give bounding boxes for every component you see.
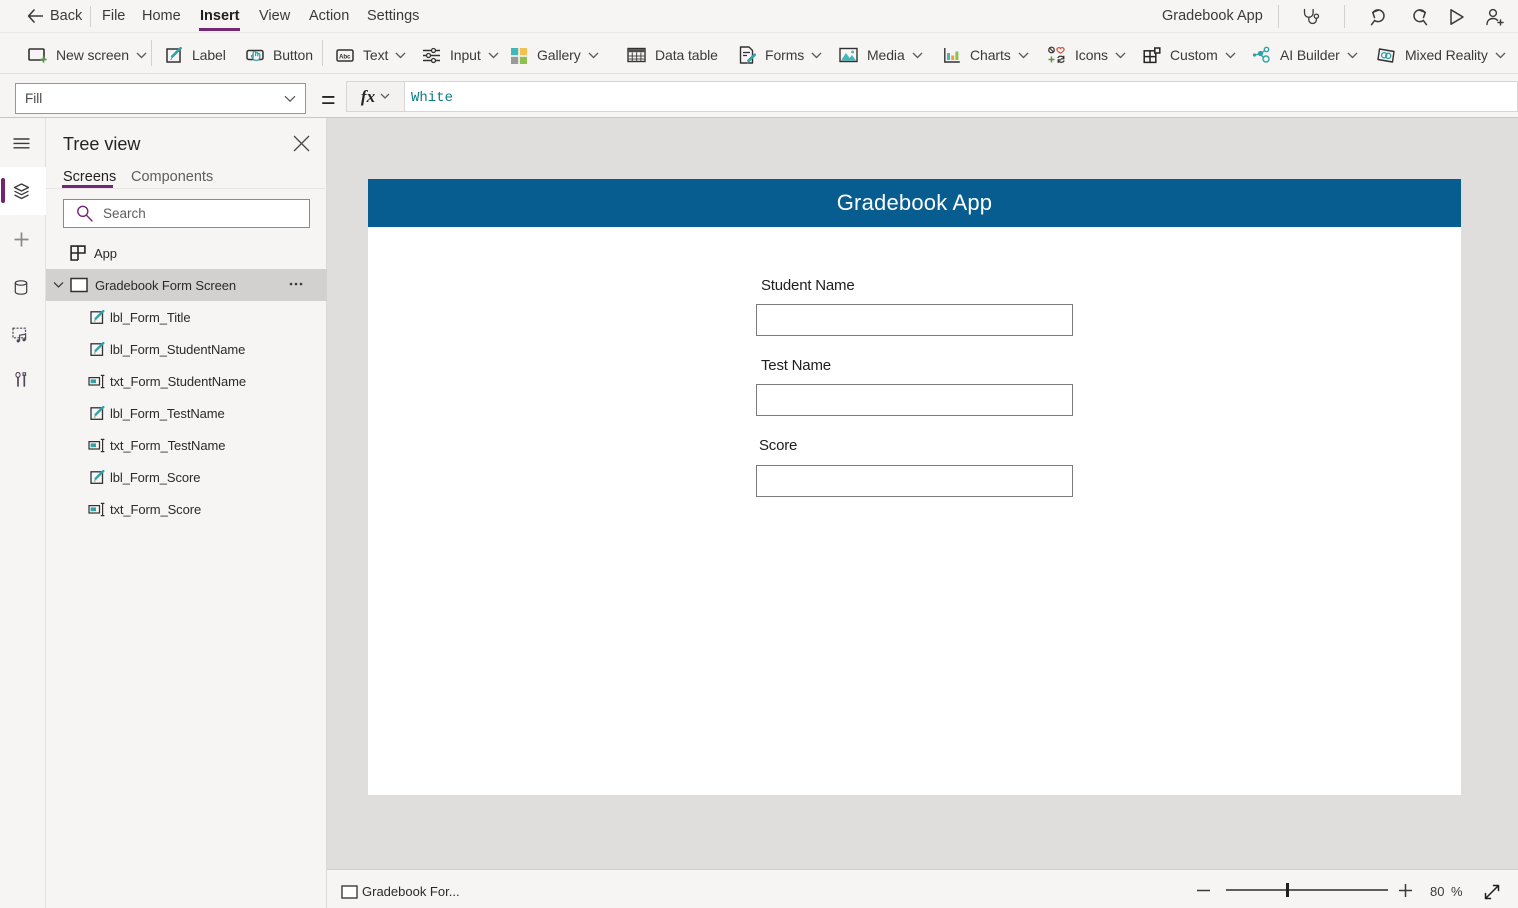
svg-text:Abc: Abc — [339, 53, 351, 60]
